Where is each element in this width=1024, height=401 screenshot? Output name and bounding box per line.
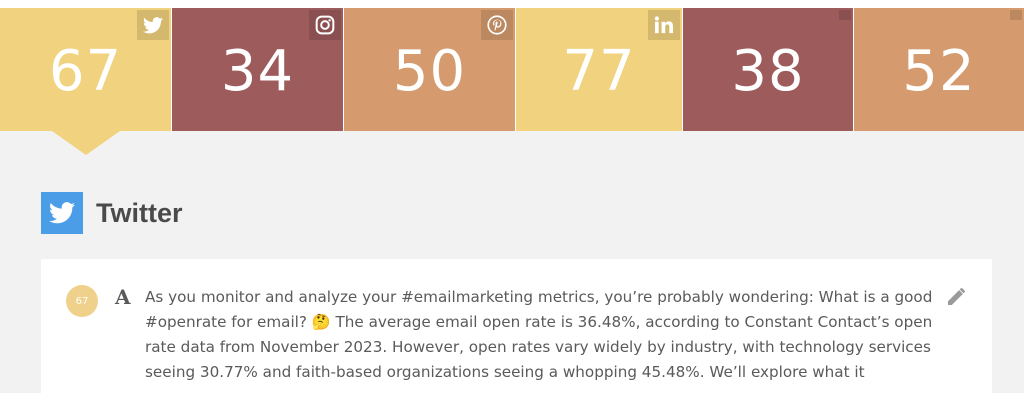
- tile-score: 52: [902, 39, 976, 104]
- pencil-icon[interactable]: [944, 284, 968, 308]
- section-header: Twitter: [41, 192, 183, 234]
- tile-score: 38: [731, 39, 805, 104]
- tile-score: 67: [48, 39, 123, 104]
- tile-score: 77: [562, 39, 636, 104]
- app-frame: 67 34 50 77 38 52 Twitter 67 A As you mo…: [0, 0, 1024, 401]
- tile-network-6[interactable]: 52: [854, 8, 1024, 131]
- score-tiles: 67 34 50 77 38 52: [0, 8, 1024, 131]
- tile-instagram[interactable]: 34: [172, 8, 343, 131]
- tile-network-5[interactable]: 38: [683, 8, 853, 131]
- post-card: 67 A As you monitor and analyze your #em…: [41, 259, 992, 393]
- tile-linkedin[interactable]: 77: [516, 8, 682, 131]
- tile-score: 34: [220, 39, 295, 104]
- network-icon-placeholder: [839, 10, 851, 20]
- post-text: As you monitor and analyze your #emailma…: [145, 288, 933, 381]
- font-icon: A: [115, 285, 131, 309]
- selected-tile-pointer: [52, 131, 120, 155]
- network-icon-placeholder: [1010, 10, 1022, 20]
- post-score-badge: 67: [66, 285, 98, 317]
- tile-score: 50: [392, 39, 467, 104]
- twitter-icon: [41, 192, 83, 234]
- tile-twitter[interactable]: 67: [0, 8, 171, 131]
- section-title: Twitter: [96, 197, 183, 228]
- tile-pinterest[interactable]: 50: [344, 8, 515, 131]
